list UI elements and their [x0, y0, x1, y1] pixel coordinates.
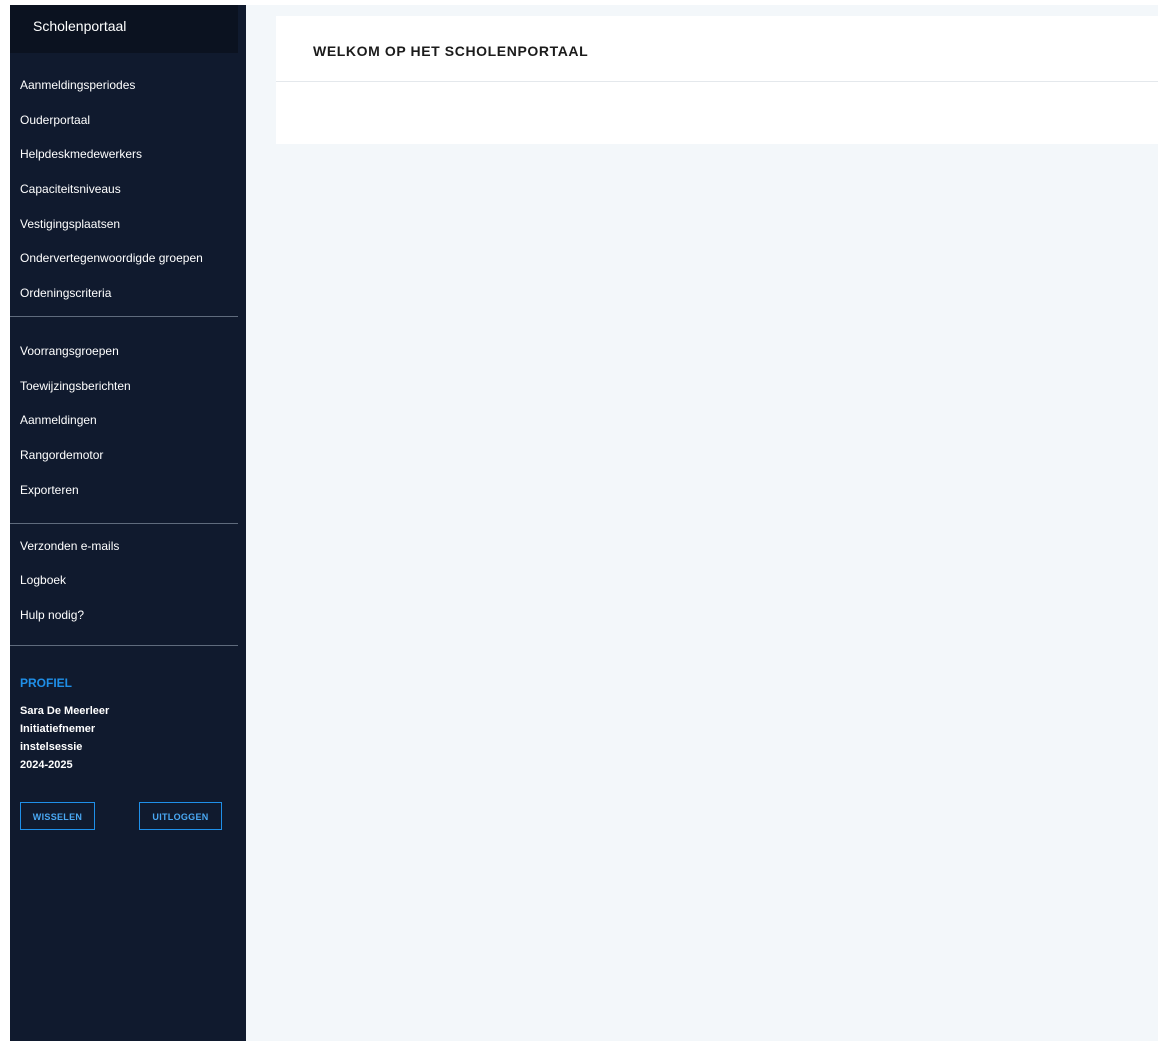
sidebar: Scholenportaal Aanmeldingsperiodes Ouder…	[10, 5, 246, 1041]
profile-heading: PROFIEL	[20, 676, 73, 690]
sidebar-divider	[10, 316, 238, 317]
profile-year: 2024-2025	[20, 759, 73, 771]
sidebar-divider	[10, 645, 238, 646]
sidebar-item-toewijzingsberichten[interactable]: Toewijzingsberichten	[20, 378, 131, 394]
sidebar-item-logboek[interactable]: Logboek	[20, 572, 66, 588]
sidebar-item-voorrangsgroepen[interactable]: Voorrangsgroepen	[20, 343, 119, 359]
switch-button[interactable]: WISSELEN	[20, 802, 95, 830]
sidebar-item-capaciteitsniveaus[interactable]: Capaciteitsniveaus	[20, 181, 121, 197]
sidebar-item-helpdeskmedewerkers[interactable]: Helpdeskmedewerkers	[20, 146, 142, 162]
profile-session: instelsessie	[20, 741, 83, 753]
sidebar-divider	[10, 523, 238, 524]
sidebar-item-exporteren[interactable]: Exporteren	[20, 482, 79, 498]
sidebar-item-aanmeldingsperiodes[interactable]: Aanmeldingsperiodes	[20, 77, 135, 93]
sidebar-item-rangordemotor[interactable]: Rangordemotor	[20, 447, 103, 463]
sidebar-item-ondervertegenwoordigde-groepen[interactable]: Ondervertegenwoordigde groepen	[20, 250, 203, 266]
profile-role: Initiatiefnemer	[20, 723, 96, 735]
sidebar-item-hulp-nodig[interactable]: Hulp nodig?	[20, 607, 84, 623]
brand-label: Scholenportaal	[33, 18, 127, 34]
page-title: WELKOM OP HET SCHOLENPORTAAL	[313, 43, 589, 59]
brand-header[interactable]: Scholenportaal	[10, 5, 238, 53]
profile-name: Sara De Meerleer	[20, 705, 110, 717]
app-root: Scholenportaal Aanmeldingsperiodes Ouder…	[0, 0, 1158, 1041]
logout-button[interactable]: UITLOGGEN	[139, 802, 222, 830]
welcome-card: WELKOM OP HET SCHOLENPORTAAL	[276, 16, 1158, 144]
sidebar-item-verzonden-e-mails[interactable]: Verzonden e-mails	[20, 538, 119, 554]
sidebar-item-ouderportaal[interactable]: Ouderportaal	[20, 112, 90, 128]
main-content: WELKOM OP HET SCHOLENPORTAAL	[246, 5, 1158, 1041]
sidebar-item-vestigingsplaatsen[interactable]: Vestigingsplaatsen	[20, 216, 120, 232]
sidebar-item-ordeningscriteria[interactable]: Ordeningscriteria	[20, 285, 111, 301]
sidebar-item-aanmeldingen[interactable]: Aanmeldingen	[20, 412, 97, 428]
welcome-card-header: WELKOM OP HET SCHOLENPORTAAL	[276, 16, 1158, 82]
